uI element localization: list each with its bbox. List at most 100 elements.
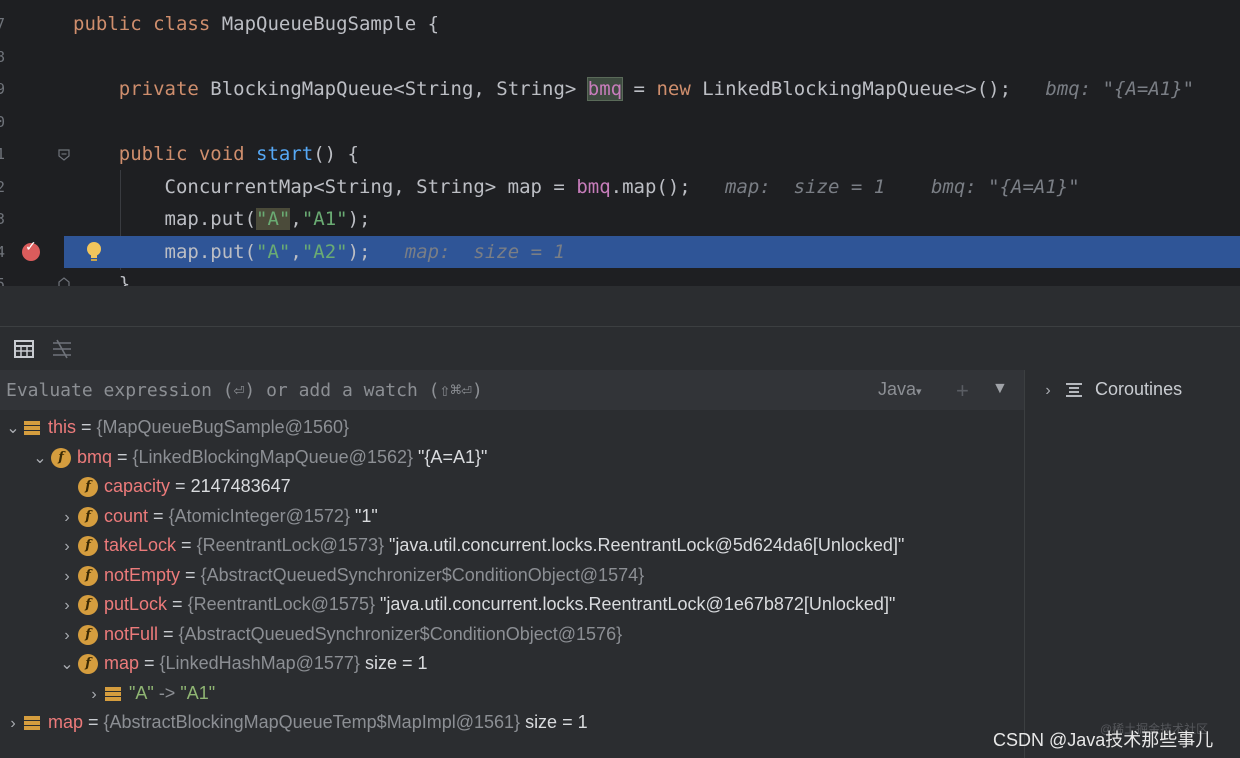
chevron-right-icon[interactable]: › bbox=[56, 621, 78, 650]
variable-type: {ReentrantLock@1573} bbox=[196, 535, 384, 555]
variable-row[interactable]: ⌄ f bmq = {LinkedBlockingMapQueue@1562} "{… bbox=[29, 443, 487, 472]
field-icon: f bbox=[78, 654, 98, 675]
line-number: 3 bbox=[0, 210, 6, 228]
variable-row[interactable]: › f count = {AtomicInteger@1572} "1" bbox=[56, 502, 378, 531]
code-token: MapQueueBugSample { bbox=[221, 13, 440, 35]
code-line[interactable]: 3 map.put("A","A1"); bbox=[0, 203, 1240, 235]
code-line[interactable]: 5 } bbox=[0, 268, 1240, 286]
code-token: "A2" bbox=[301, 240, 348, 263]
variable-name: notEmpty bbox=[104, 564, 181, 585]
field-icon: f bbox=[78, 477, 98, 498]
chevron-right-icon[interactable]: › bbox=[56, 503, 78, 532]
equals-sign: = bbox=[170, 476, 191, 496]
code-token: map.put( bbox=[73, 208, 257, 230]
variable-type: {AbstractQueuedSynchronizer$ConditionObj… bbox=[200, 564, 645, 585]
field-icon: f bbox=[78, 565, 98, 586]
line-number: 7 bbox=[0, 15, 6, 33]
gutter-cell[interactable]: 9 bbox=[0, 73, 64, 105]
code-token: private bbox=[73, 78, 211, 100]
code-token: , bbox=[290, 208, 302, 230]
chevron-down-icon[interactable]: ⌄ bbox=[29, 444, 51, 473]
chevron-right-icon[interactable]: › bbox=[1037, 376, 1059, 406]
coroutines-node[interactable]: › Coroutines bbox=[1037, 374, 1182, 404]
gutter-cell[interactable]: 7 bbox=[0, 8, 64, 40]
object-icon bbox=[24, 420, 40, 436]
line-number: 5 bbox=[0, 275, 6, 286]
chevron-right-icon[interactable]: › bbox=[56, 562, 78, 591]
chevron-down-icon[interactable]: ⌄ bbox=[2, 414, 24, 443]
code-token: = bbox=[622, 78, 657, 100]
code-text: map.put("A","A2"); map: size = 1 bbox=[73, 236, 565, 268]
fold-end-icon[interactable] bbox=[58, 276, 70, 286]
chevron-right-icon[interactable]: › bbox=[2, 709, 24, 738]
checkmark-icon: ✓ bbox=[25, 237, 37, 254]
equals-sign: = bbox=[176, 535, 197, 555]
chevron-down-icon[interactable]: ▼ bbox=[992, 380, 1008, 398]
gutter-cell[interactable]: 5 bbox=[0, 268, 64, 286]
variable-row[interactable]: f capacity = 2147483647 bbox=[56, 472, 291, 501]
variable-name: putLock bbox=[104, 594, 168, 614]
gutter-cell[interactable]: 1 bbox=[0, 138, 64, 170]
variable-row[interactable]: › f takeLock = {ReentrantLock@1573} "java.… bbox=[56, 531, 904, 560]
variable-row[interactable]: › map = {AbstractBlockingMapQueueTemp$Map… bbox=[2, 708, 588, 738]
chevron-right-icon[interactable]: › bbox=[56, 591, 78, 620]
evaluate-expression-input[interactable] bbox=[6, 370, 846, 410]
code-line[interactable]: 2 ConcurrentMap<String, String> map = bm… bbox=[0, 171, 1240, 203]
evaluate-expression-bar: Java▾ + ▼ bbox=[0, 370, 1024, 410]
breakpoint-icon[interactable]: ✓ bbox=[22, 239, 40, 261]
layout-settings-icon[interactable] bbox=[52, 339, 72, 359]
code-token: ); bbox=[347, 208, 371, 230]
chevron-right-icon[interactable]: › bbox=[83, 680, 105, 709]
chevron-down-icon[interactable]: ⌄ bbox=[56, 650, 78, 679]
panel-splitter[interactable] bbox=[0, 286, 1240, 326]
add-watch-icon[interactable]: + bbox=[956, 378, 969, 404]
debug-toolbar bbox=[0, 326, 1240, 371]
code-line[interactable]: 8 bbox=[0, 41, 1240, 73]
language-select[interactable]: Java▾ bbox=[878, 379, 922, 400]
chevron-right-icon[interactable]: › bbox=[56, 532, 78, 561]
gutter-cell[interactable]: 8 bbox=[0, 41, 64, 73]
equals-sign: = bbox=[148, 505, 169, 526]
variable-name: capacity bbox=[104, 476, 171, 496]
variable-row[interactable]: › "A" -> "A1" bbox=[83, 679, 215, 708]
code-token: () { bbox=[313, 143, 359, 165]
code-token: LinkedBlockingMapQueue<>(); bbox=[702, 78, 1012, 100]
equals-sign: = bbox=[180, 564, 201, 585]
gutter-cell[interactable]: 0 bbox=[0, 106, 64, 138]
code-text: public void start() { bbox=[73, 138, 359, 170]
variable-type: {LinkedHashMap@1577} bbox=[159, 653, 360, 673]
code-line[interactable]: 4 map.put("A","A2"); map: size = 1 ✓ bbox=[0, 235, 1240, 268]
gutter-cell[interactable]: 2 bbox=[0, 171, 64, 203]
table-view-icon[interactable] bbox=[14, 339, 34, 359]
code-token: map: size = 1 bmq: "{A=A1}" bbox=[690, 175, 1080, 198]
variable-name: takeLock bbox=[104, 535, 177, 555]
variable-value: "java.util.concurrent.locks.ReentrantLoc… bbox=[380, 594, 896, 614]
code-text: } bbox=[73, 268, 130, 286]
variable-type: {LinkedBlockingMapQueue@1562} bbox=[132, 446, 414, 467]
code-token: new bbox=[656, 78, 703, 100]
fold-icon[interactable] bbox=[58, 148, 70, 161]
variable-row[interactable]: ⌄ this = {MapQueueBugSample@1560} bbox=[2, 413, 349, 442]
code-editor[interactable]: 7 public class MapQueueBugSample {8 9 priv… bbox=[0, 0, 1240, 286]
code-token: "A1" bbox=[301, 208, 348, 230]
variable-type: {AtomicInteger@1572} bbox=[168, 505, 350, 526]
variable-name: count bbox=[104, 505, 149, 526]
variable-type: {AbstractQueuedSynchronizer$ConditionObj… bbox=[178, 623, 623, 644]
field-icon: f bbox=[78, 536, 98, 557]
variable-value: size = 1 bbox=[525, 712, 588, 732]
code-line[interactable]: 9 private BlockingMapQueue<String, Strin… bbox=[0, 73, 1240, 105]
code-line[interactable]: 1 public void start() { bbox=[0, 138, 1240, 170]
code-token: start bbox=[256, 143, 314, 165]
equals-sign: = bbox=[139, 653, 160, 673]
lightbulb-icon[interactable] bbox=[85, 240, 103, 264]
code-token: bmq bbox=[576, 175, 611, 198]
variable-row[interactable]: › f putLock = {ReentrantLock@1575} "java.u… bbox=[56, 590, 895, 619]
equals-sign: = bbox=[83, 712, 104, 732]
gutter-cell[interactable]: 3 bbox=[0, 203, 64, 235]
code-line[interactable]: 7 public class MapQueueBugSample { bbox=[0, 8, 1240, 40]
variable-row[interactable]: › f notFull = {AbstractQueuedSynchronizer$… bbox=[56, 620, 622, 649]
variable-row[interactable]: ⌄ f map = {LinkedHashMap@1577} size = 1 bbox=[56, 649, 428, 678]
entry-arrow: -> bbox=[158, 682, 176, 703]
code-line[interactable]: 0 bbox=[0, 106, 1240, 138]
variable-row[interactable]: › f notEmpty = {AbstractQueuedSynchronizer… bbox=[56, 561, 644, 590]
